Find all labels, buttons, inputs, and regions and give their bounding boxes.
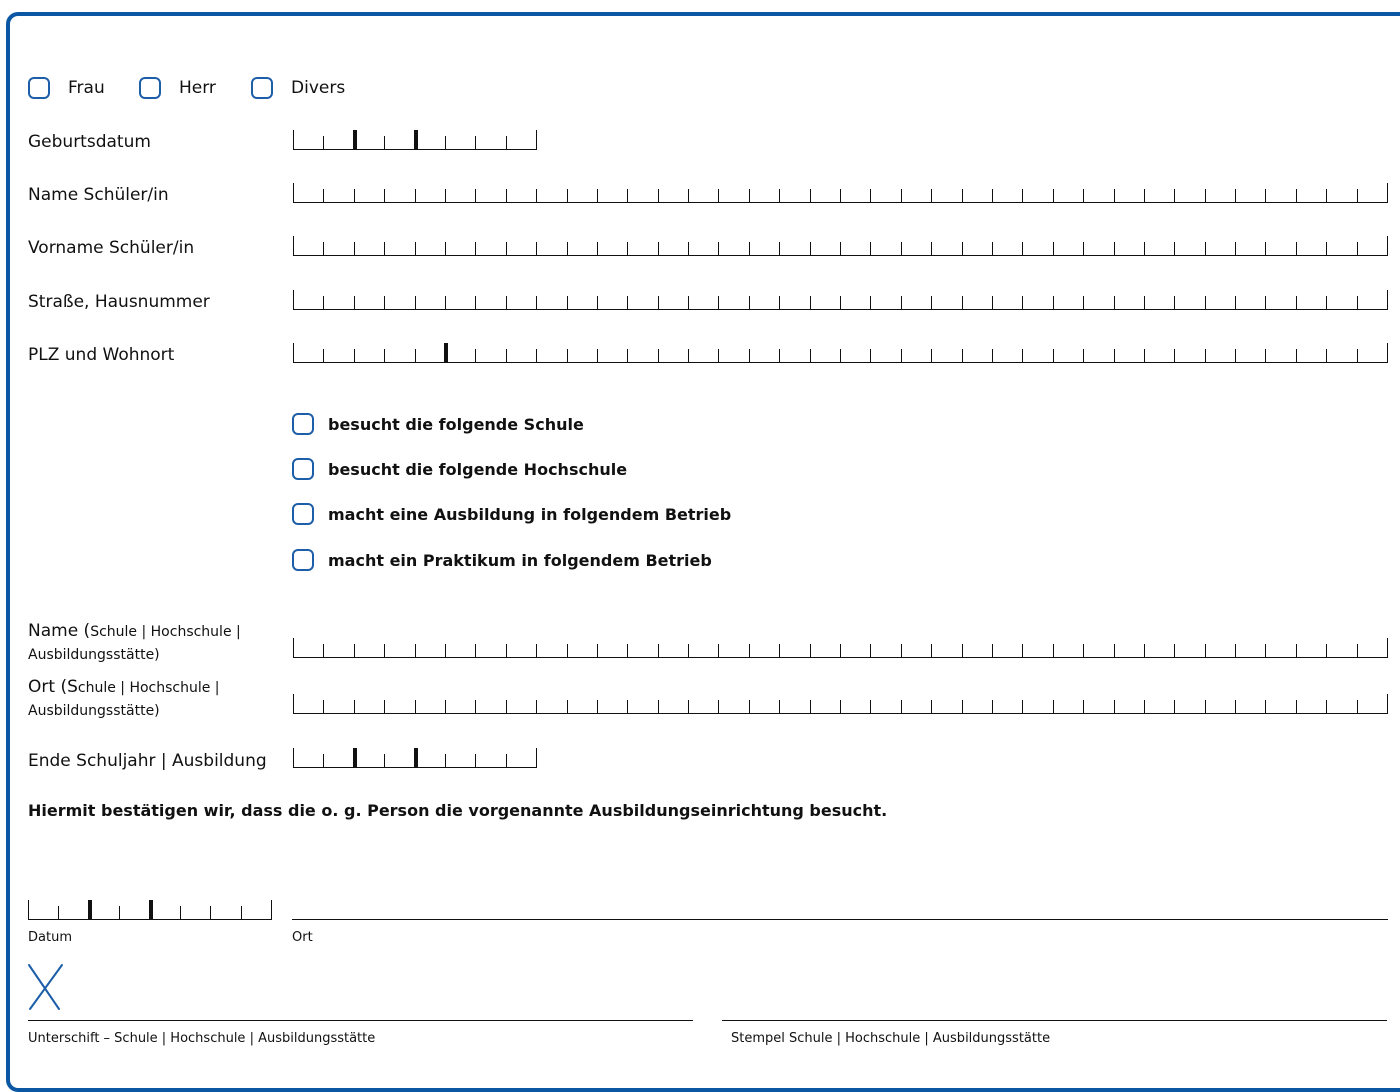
checkbox-herr[interactable] xyxy=(139,77,161,99)
checkbox-school[interactable] xyxy=(292,413,314,435)
label-street: Straße, Hausnummer xyxy=(28,292,210,312)
label-institution-name: Name (Schule | Hochschule | Ausbildungss… xyxy=(28,621,241,663)
option-school: besucht die folgende Schule xyxy=(328,415,584,434)
stamp-line[interactable] xyxy=(722,1020,1387,1021)
institution-place-input[interactable] xyxy=(293,694,1388,714)
signature-date-input[interactable] xyxy=(28,900,272,920)
label-birthdate: Geburtsdatum xyxy=(28,132,151,152)
checkbox-university[interactable] xyxy=(292,458,314,480)
street-input[interactable] xyxy=(293,290,1388,310)
first-name-input[interactable] xyxy=(293,236,1388,256)
last-name-input[interactable] xyxy=(293,183,1388,203)
label-end-date: Ende Schuljahr | Ausbildung xyxy=(28,751,267,771)
institution-name-input[interactable] xyxy=(293,638,1388,658)
checkbox-divers[interactable] xyxy=(251,77,273,99)
label-divers: Divers xyxy=(291,78,346,98)
birthdate-input[interactable] xyxy=(293,130,537,150)
label-date: Datum xyxy=(28,930,72,945)
label-signature: Unterschift – Schule | Hochschule | Ausb… xyxy=(28,1031,376,1046)
signature-line[interactable] xyxy=(28,1020,693,1021)
end-date-input[interactable] xyxy=(293,748,537,768)
label-frau: Frau xyxy=(68,78,105,98)
label-institution-place: Ort (Schule | Hochschule | Ausbildungsst… xyxy=(28,677,220,719)
label-first-name: Vorname Schüler/in xyxy=(28,238,195,258)
option-apprenticeship: macht eine Ausbildung in folgendem Betri… xyxy=(328,505,732,524)
label-last-name: Name Schüler/in xyxy=(28,185,169,205)
checkbox-frau[interactable] xyxy=(28,77,50,99)
zip-city-input[interactable] xyxy=(293,343,1388,363)
confirmation-text: Hiermit bestätigen wir, dass die o. g. P… xyxy=(28,801,888,820)
label-stamp: Stempel Schule | Hochschule | Ausbildung… xyxy=(731,1031,1051,1046)
label-place: Ort xyxy=(292,930,313,945)
label-zip-city: PLZ und Wohnort xyxy=(28,345,175,365)
checkbox-internship[interactable] xyxy=(292,549,314,571)
place-line[interactable] xyxy=(292,919,1388,920)
checkbox-apprenticeship[interactable] xyxy=(292,503,314,525)
option-university: besucht die folgende Hochschule xyxy=(328,460,628,479)
signature-x-mark xyxy=(28,964,63,1010)
option-internship: macht ein Praktikum in folgendem Betrieb xyxy=(328,551,712,570)
label-herr: Herr xyxy=(179,78,216,98)
